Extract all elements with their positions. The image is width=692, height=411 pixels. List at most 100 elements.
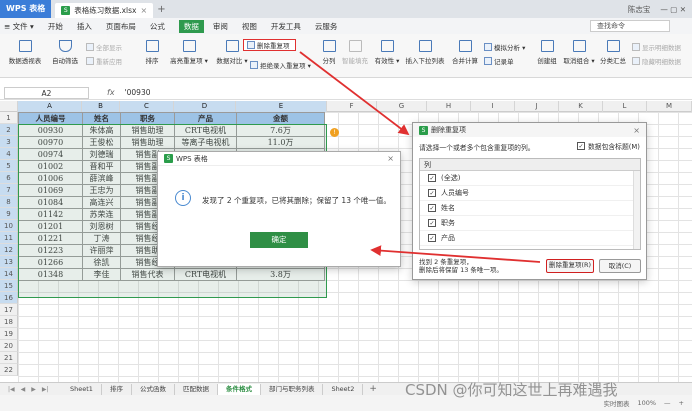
table-cell[interactable]: 01348 bbox=[18, 268, 83, 281]
row-header[interactable]: 10 bbox=[0, 220, 18, 232]
row-header[interactable]: 17 bbox=[0, 304, 18, 316]
show-all-button[interactable]: 全部显示 bbox=[86, 42, 122, 52]
list-item[interactable]: ✓ 姓名 bbox=[420, 201, 640, 216]
dup-dialog-close-icon[interactable]: × bbox=[633, 126, 640, 135]
table-cell[interactable]: 7.6万 bbox=[236, 124, 325, 137]
highlight-duplicates-button[interactable]: 高亮重复项 ▾ bbox=[168, 40, 210, 65]
menu-insert[interactable]: 插入 bbox=[77, 21, 92, 32]
split-column-button[interactable]: 分列 bbox=[318, 40, 340, 65]
table-cell[interactable]: 晋和平 bbox=[82, 160, 121, 173]
fx-icon[interactable]: fx bbox=[107, 88, 115, 97]
row-header[interactable]: 15 bbox=[0, 280, 18, 292]
table-cell[interactable]: 01069 bbox=[18, 184, 83, 197]
table-cell[interactable]: 01223 bbox=[18, 244, 83, 257]
table-cell[interactable]: 01084 bbox=[18, 196, 83, 209]
table-cell[interactable]: 00970 bbox=[18, 136, 83, 149]
row-header[interactable]: 14 bbox=[0, 268, 18, 280]
table-cell[interactable]: 11.0万 bbox=[236, 136, 325, 149]
header-cell[interactable]: 职务 bbox=[120, 112, 175, 125]
column-header[interactable]: A bbox=[18, 101, 82, 112]
column-header[interactable]: J bbox=[515, 101, 559, 112]
checkbox[interactable]: ✓ bbox=[428, 219, 436, 227]
cancel-button[interactable]: 取消(C) bbox=[599, 259, 641, 273]
row-header[interactable]: 16 bbox=[0, 292, 18, 304]
show-detail-button[interactable]: 显示明细数据 bbox=[632, 42, 681, 52]
reapply-button[interactable]: 重新应用 bbox=[86, 56, 122, 66]
table-cell[interactable]: 许丽萍 bbox=[82, 244, 121, 257]
row-header[interactable]: 20 bbox=[0, 340, 18, 352]
reject-duplicates-button[interactable]: 拒绝录入重复项 ▾ bbox=[250, 60, 311, 70]
column-header[interactable]: M bbox=[647, 101, 692, 112]
app-menu-button[interactable]: WPS 表格 bbox=[0, 0, 52, 18]
table-cell[interactable]: CRT电视机 bbox=[174, 124, 237, 137]
column-header[interactable]: H bbox=[427, 101, 471, 112]
table-cell[interactable]: 朱体高 bbox=[82, 124, 121, 137]
table-cell[interactable]: 等离子电视机 bbox=[174, 136, 237, 149]
simulate-analysis-button[interactable]: 模拟分析 ▾ bbox=[484, 42, 525, 52]
row-header[interactable]: 11 bbox=[0, 232, 18, 244]
column-header[interactable]: D bbox=[174, 101, 236, 112]
menu-formula[interactable]: 公式 bbox=[150, 21, 165, 32]
table-cell[interactable]: 刘德瑞 bbox=[82, 148, 121, 161]
menu-page-layout[interactable]: 页面布局 bbox=[106, 21, 136, 32]
sheet-tab[interactable]: 公式函数 bbox=[132, 383, 175, 395]
sheet-tab[interactable]: Sheet2 bbox=[323, 383, 364, 395]
table-cell[interactable]: 王俊松 bbox=[82, 136, 121, 149]
zoom-out-button[interactable]: — bbox=[664, 399, 671, 407]
header-cell[interactable]: 产品 bbox=[174, 112, 237, 125]
menu-home[interactable]: 开始 bbox=[48, 21, 63, 32]
table-cell[interactable]: 3.8万 bbox=[236, 268, 325, 281]
sheet-tab[interactable]: 部门与职务列表 bbox=[261, 383, 324, 395]
table-cell[interactable]: 01142 bbox=[18, 208, 83, 221]
column-header[interactable]: E bbox=[236, 101, 327, 112]
list-scrollbar[interactable] bbox=[633, 171, 640, 249]
column-header[interactable]: C bbox=[120, 101, 174, 112]
table-cell[interactable]: 苏荣连 bbox=[82, 208, 121, 221]
row-header[interactable]: 18 bbox=[0, 316, 18, 328]
menu-developer[interactable]: 开发工具 bbox=[271, 21, 301, 32]
column-header[interactable]: G bbox=[377, 101, 427, 112]
column-header[interactable]: L bbox=[603, 101, 647, 112]
column-header[interactable]: B bbox=[82, 101, 120, 112]
pivot-table-button[interactable]: 数据透视表 bbox=[6, 40, 44, 65]
select-all-corner[interactable] bbox=[0, 101, 18, 112]
zoom-level[interactable]: 100% bbox=[637, 399, 656, 407]
table-cell[interactable]: 李佳 bbox=[82, 268, 121, 281]
zoom-in-button[interactable]: + bbox=[679, 399, 684, 407]
first-sheet-icon[interactable]: |◀ bbox=[8, 386, 15, 393]
autofilter-button[interactable]: 自动筛选 bbox=[50, 40, 80, 65]
smart-fill-button[interactable]: 智能填充 bbox=[340, 40, 370, 65]
table-cell[interactable]: 01201 bbox=[18, 220, 83, 233]
prev-sheet-icon[interactable]: ◀ bbox=[21, 386, 26, 393]
checkbox[interactable]: ✓ bbox=[428, 234, 436, 242]
table-cell[interactable]: 徐凯 bbox=[82, 256, 121, 269]
validity-button[interactable]: 有效性 ▾ bbox=[372, 40, 402, 65]
merge-calc-button[interactable]: 合并计算 bbox=[448, 40, 482, 65]
create-group-button[interactable]: 创建组 bbox=[534, 40, 560, 65]
next-sheet-icon[interactable]: ▶ bbox=[31, 386, 36, 393]
row-header[interactable]: 22 bbox=[0, 364, 18, 376]
table-cell[interactable]: 王忠为 bbox=[82, 184, 121, 197]
table-cell[interactable]: 丁涛 bbox=[82, 232, 121, 245]
row-header[interactable]: 21 bbox=[0, 352, 18, 364]
header-cell[interactable]: 金额 bbox=[236, 112, 325, 125]
list-item[interactable]: ✓ 人员编号 bbox=[420, 186, 640, 201]
sheet-tab-active[interactable]: 条件格式 bbox=[217, 383, 261, 395]
column-header[interactable]: K bbox=[559, 101, 603, 112]
header-cell[interactable]: 人员编号 bbox=[18, 112, 83, 125]
table-cell[interactable]: 00974 bbox=[18, 148, 83, 161]
row-header[interactable]: 1 bbox=[0, 112, 18, 124]
sheet-tab[interactable]: 排序 bbox=[102, 383, 132, 395]
row-header[interactable]: 4 bbox=[0, 148, 18, 160]
row-header[interactable]: 19 bbox=[0, 328, 18, 340]
table-cell[interactable]: 刘恩树 bbox=[82, 220, 121, 233]
list-item[interactable]: ✓ 产品 bbox=[420, 231, 640, 246]
delete-duplicates-button[interactable]: 删除重复项 bbox=[243, 39, 296, 51]
realtime-chart-toggle[interactable]: 实时图表 bbox=[603, 398, 629, 408]
row-header[interactable]: 3 bbox=[0, 136, 18, 148]
checkbox[interactable]: ✓ bbox=[428, 174, 436, 182]
table-cell[interactable]: 01221 bbox=[18, 232, 83, 245]
command-search-input[interactable]: 查找命令 bbox=[590, 20, 670, 32]
new-tab-button[interactable]: + bbox=[157, 4, 165, 15]
warning-icon[interactable]: ! bbox=[330, 128, 339, 137]
